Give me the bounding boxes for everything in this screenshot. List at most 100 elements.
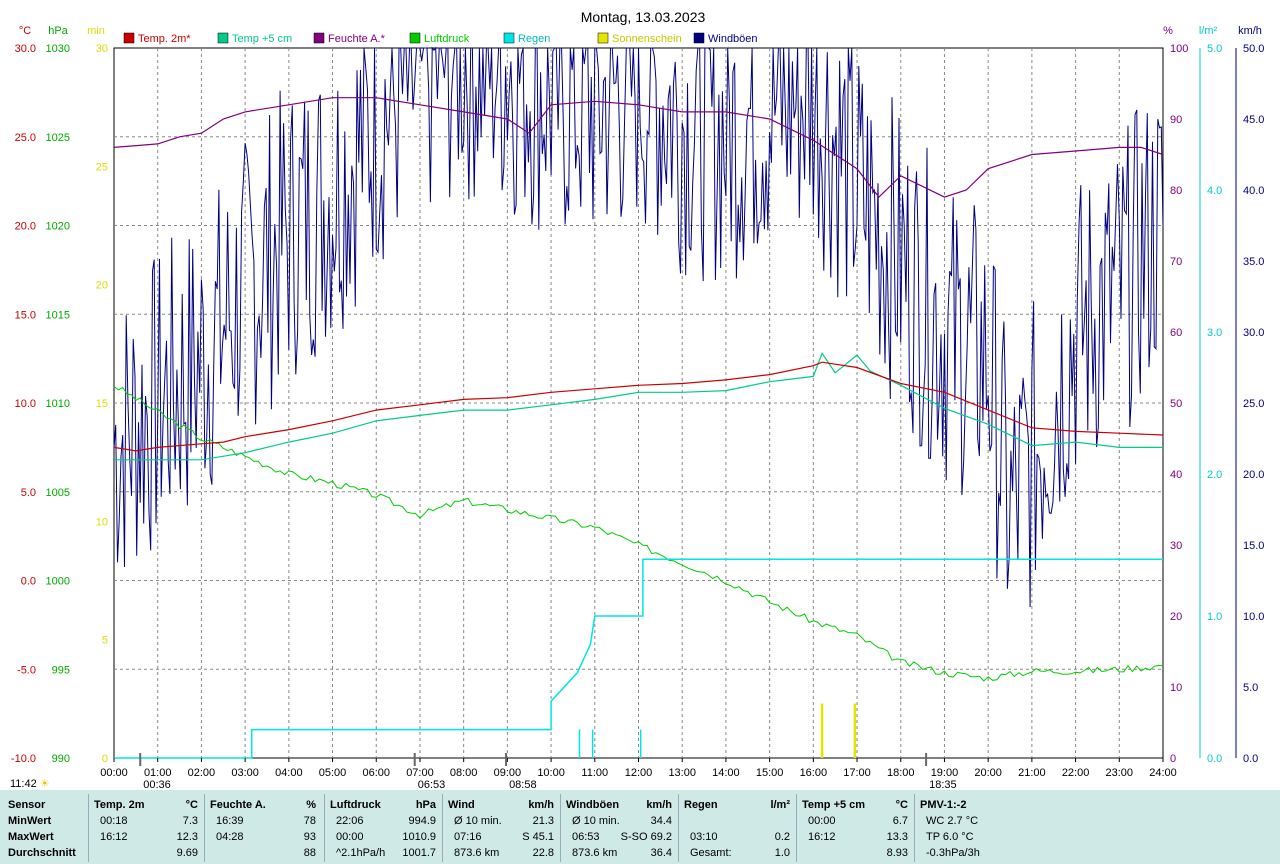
x-tick-label: 08:00 (450, 767, 478, 779)
stats-column: Regen l/m² 03:10 0.2 Gesamt: 1.0 (678, 790, 796, 864)
temp-axis-tick-label: 0.0 (21, 576, 36, 588)
stats-cell-left: 873.6 km (454, 847, 500, 859)
stats-cell-value: 88 (303, 847, 316, 859)
humidity-axis-tick-label: 80 (1170, 185, 1182, 197)
stats-cell-left: 06:53 (572, 831, 600, 843)
stats-column: Windböen km/h Ø 10 min. 34.4 06:53 S-SO 69.2 8… (560, 790, 678, 864)
stats-separator (442, 794, 443, 862)
sunshine-axis-tick-label: 0 (102, 753, 108, 765)
sunshine-axis-tick-label: 5 (102, 635, 108, 647)
stats-column: PMV-1:-2 WC 2.7 °C TP 6.0 °C -0.3hPa/3h (914, 790, 1030, 864)
row-label-min: MinWert (8, 815, 52, 827)
temp-axis-tick-label: 30.0 (15, 43, 36, 55)
stats-cell-left: 04:28 (216, 831, 244, 843)
pressure-axis-tick-label: 1030 (46, 43, 70, 55)
stats-column: Feuchte A.% 16:39 78 04:28 93 88 (204, 790, 322, 864)
rain-axis-tick-label: 0.0 (1207, 753, 1222, 765)
stats-cell-value: 21.3 (532, 815, 554, 827)
legend-label: Regen (518, 33, 550, 45)
stats-column-unit: hPa (415, 799, 436, 811)
x-tick-label: 22:00 (1062, 767, 1090, 779)
stats-column-unit: km/h (528, 799, 554, 811)
humidity-axis-tick-label: 50 (1170, 398, 1182, 410)
x-tick-label: 05:00 (319, 767, 347, 779)
x-tick-label: 13:00 (668, 767, 696, 779)
stats-cell-value: 34.4 (650, 815, 672, 827)
stats-column: Wind km/h Ø 10 min. 21.3 07:16 S 45.1 873.6 km… (442, 790, 560, 864)
pressure-axis-tick-label: 1025 (46, 132, 70, 144)
legend-swatch (217, 32, 229, 44)
stats-column-title: Feuchte A. (210, 799, 266, 811)
pressure-axis-tick-label: 1010 (46, 398, 70, 410)
x-tick-label: 00:00 (100, 767, 128, 779)
x-tick-label: 12:00 (625, 767, 653, 779)
temp-axis-tick-label: 5.0 (21, 487, 36, 499)
x-tick-label: 20:00 (974, 767, 1002, 779)
x-tick-label: 18:00 (887, 767, 915, 779)
wind-axis-tick-label: 35.0 (1243, 256, 1264, 268)
x-tick-label: 19:00 (931, 767, 959, 779)
rain-axis-tick-label: 2.0 (1207, 469, 1222, 481)
stats-column-title: Regen (684, 799, 718, 811)
stats-cell-value: 0.2 (774, 831, 790, 843)
stats-cell-value: 7.3 (182, 815, 198, 827)
humidity-axis-tick-label: 10 (1170, 682, 1182, 694)
stats-cell-left: 873.6 km (572, 847, 618, 859)
wind-axis-tick-label: 20.0 (1243, 469, 1264, 481)
stats-separator (914, 794, 915, 862)
pressure-unit-label: hPa (48, 25, 68, 37)
pressure-axis-tick-label: 990 (52, 753, 70, 765)
stats-separator (560, 794, 561, 862)
humidity-axis-tick-label: 40 (1170, 469, 1182, 481)
x-tick-label: 11:00 (581, 767, 608, 779)
sunshine-axis-tick-label: 10 (96, 516, 108, 528)
humidity-unit-label: % (1163, 25, 1173, 37)
rain-axis-tick-label: 3.0 (1207, 327, 1222, 339)
stats-column: Luftdruck hPa 22:06 994.9 00:00 1010.9 ^2.1hPa… (324, 790, 442, 864)
chart-title: Montag, 13.03.2023 (581, 9, 706, 25)
weather-chart: Montag, 13.03.2023 30.0 25.0 20.0 15.0 10.0 5… (11, 9, 1265, 790)
pressure-axis-tick-label: 1020 (46, 221, 70, 233)
stats-cell-value: 9.69 (176, 847, 198, 859)
stats-cell-value: 12.3 (176, 831, 198, 843)
temp-unit-label: °C (19, 25, 31, 37)
temp-axis-tick-label: 25.0 (15, 132, 36, 144)
pressure-axis-tick-label: 1015 (46, 309, 70, 321)
humidity-axis-tick-label: 90 (1170, 114, 1182, 126)
stats-column-title: Windböen (566, 799, 620, 811)
humidity-axis-tick-label: 60 (1170, 327, 1182, 339)
stats-separator (204, 794, 205, 862)
temp-axis-tick-label: -10.0 (11, 753, 36, 765)
humidity-axis-tick-label: 70 (1170, 256, 1182, 268)
stats-separator (678, 794, 679, 862)
pressure-axis-tick-label: 1005 (46, 487, 70, 499)
legend-swatch (409, 32, 421, 44)
legend-swatch (693, 32, 705, 44)
stats-cell-left: 22:06 (336, 815, 364, 827)
legend-label: Windböen (708, 33, 758, 45)
sunshine-axis-tick-label: 25 (96, 161, 108, 173)
stats-cell-left: 16:12 (808, 831, 836, 843)
x-tick-label: 07:00 (406, 767, 434, 779)
stats-column-title: PMV-1:-2 (920, 799, 967, 811)
wind-axis-tick-label: 40.0 (1243, 185, 1264, 197)
annotation-label: 06:53 (418, 779, 446, 790)
x-tick-label: 01:00 (144, 767, 172, 779)
stats-column: Temp +5 cm °C 00:00 6.7 16:12 13.3 8.93 (796, 790, 914, 864)
x-tick-label: 04:00 (275, 767, 303, 779)
stats-column-title: Wind (448, 799, 475, 811)
humidity-axis-tick-label: 20 (1170, 611, 1182, 623)
stats-cell-value: 1010.9 (402, 831, 436, 843)
stats-cell-left: ^2.1hPa/h (336, 847, 386, 859)
wind-axis-tick-label: 15.0 (1243, 540, 1264, 552)
stats-separator (796, 794, 797, 862)
x-axis-labels: 00:00 01:00 02:00 03:00 04:00 05:00 06:00 07:00… (100, 753, 1177, 790)
row-label-average: Durchschnitt (8, 847, 76, 859)
legend-swatch (503, 32, 515, 44)
legend-label: Temp. 2m* (138, 33, 191, 45)
stats-column-title: Luftdruck (330, 799, 381, 811)
legend-label: Temp +5 cm (232, 33, 292, 45)
wind-axis-tick-label: 50.0 (1243, 43, 1264, 55)
legend-swatch (313, 32, 325, 44)
wind-axis-tick-label: 25.0 (1243, 398, 1264, 410)
